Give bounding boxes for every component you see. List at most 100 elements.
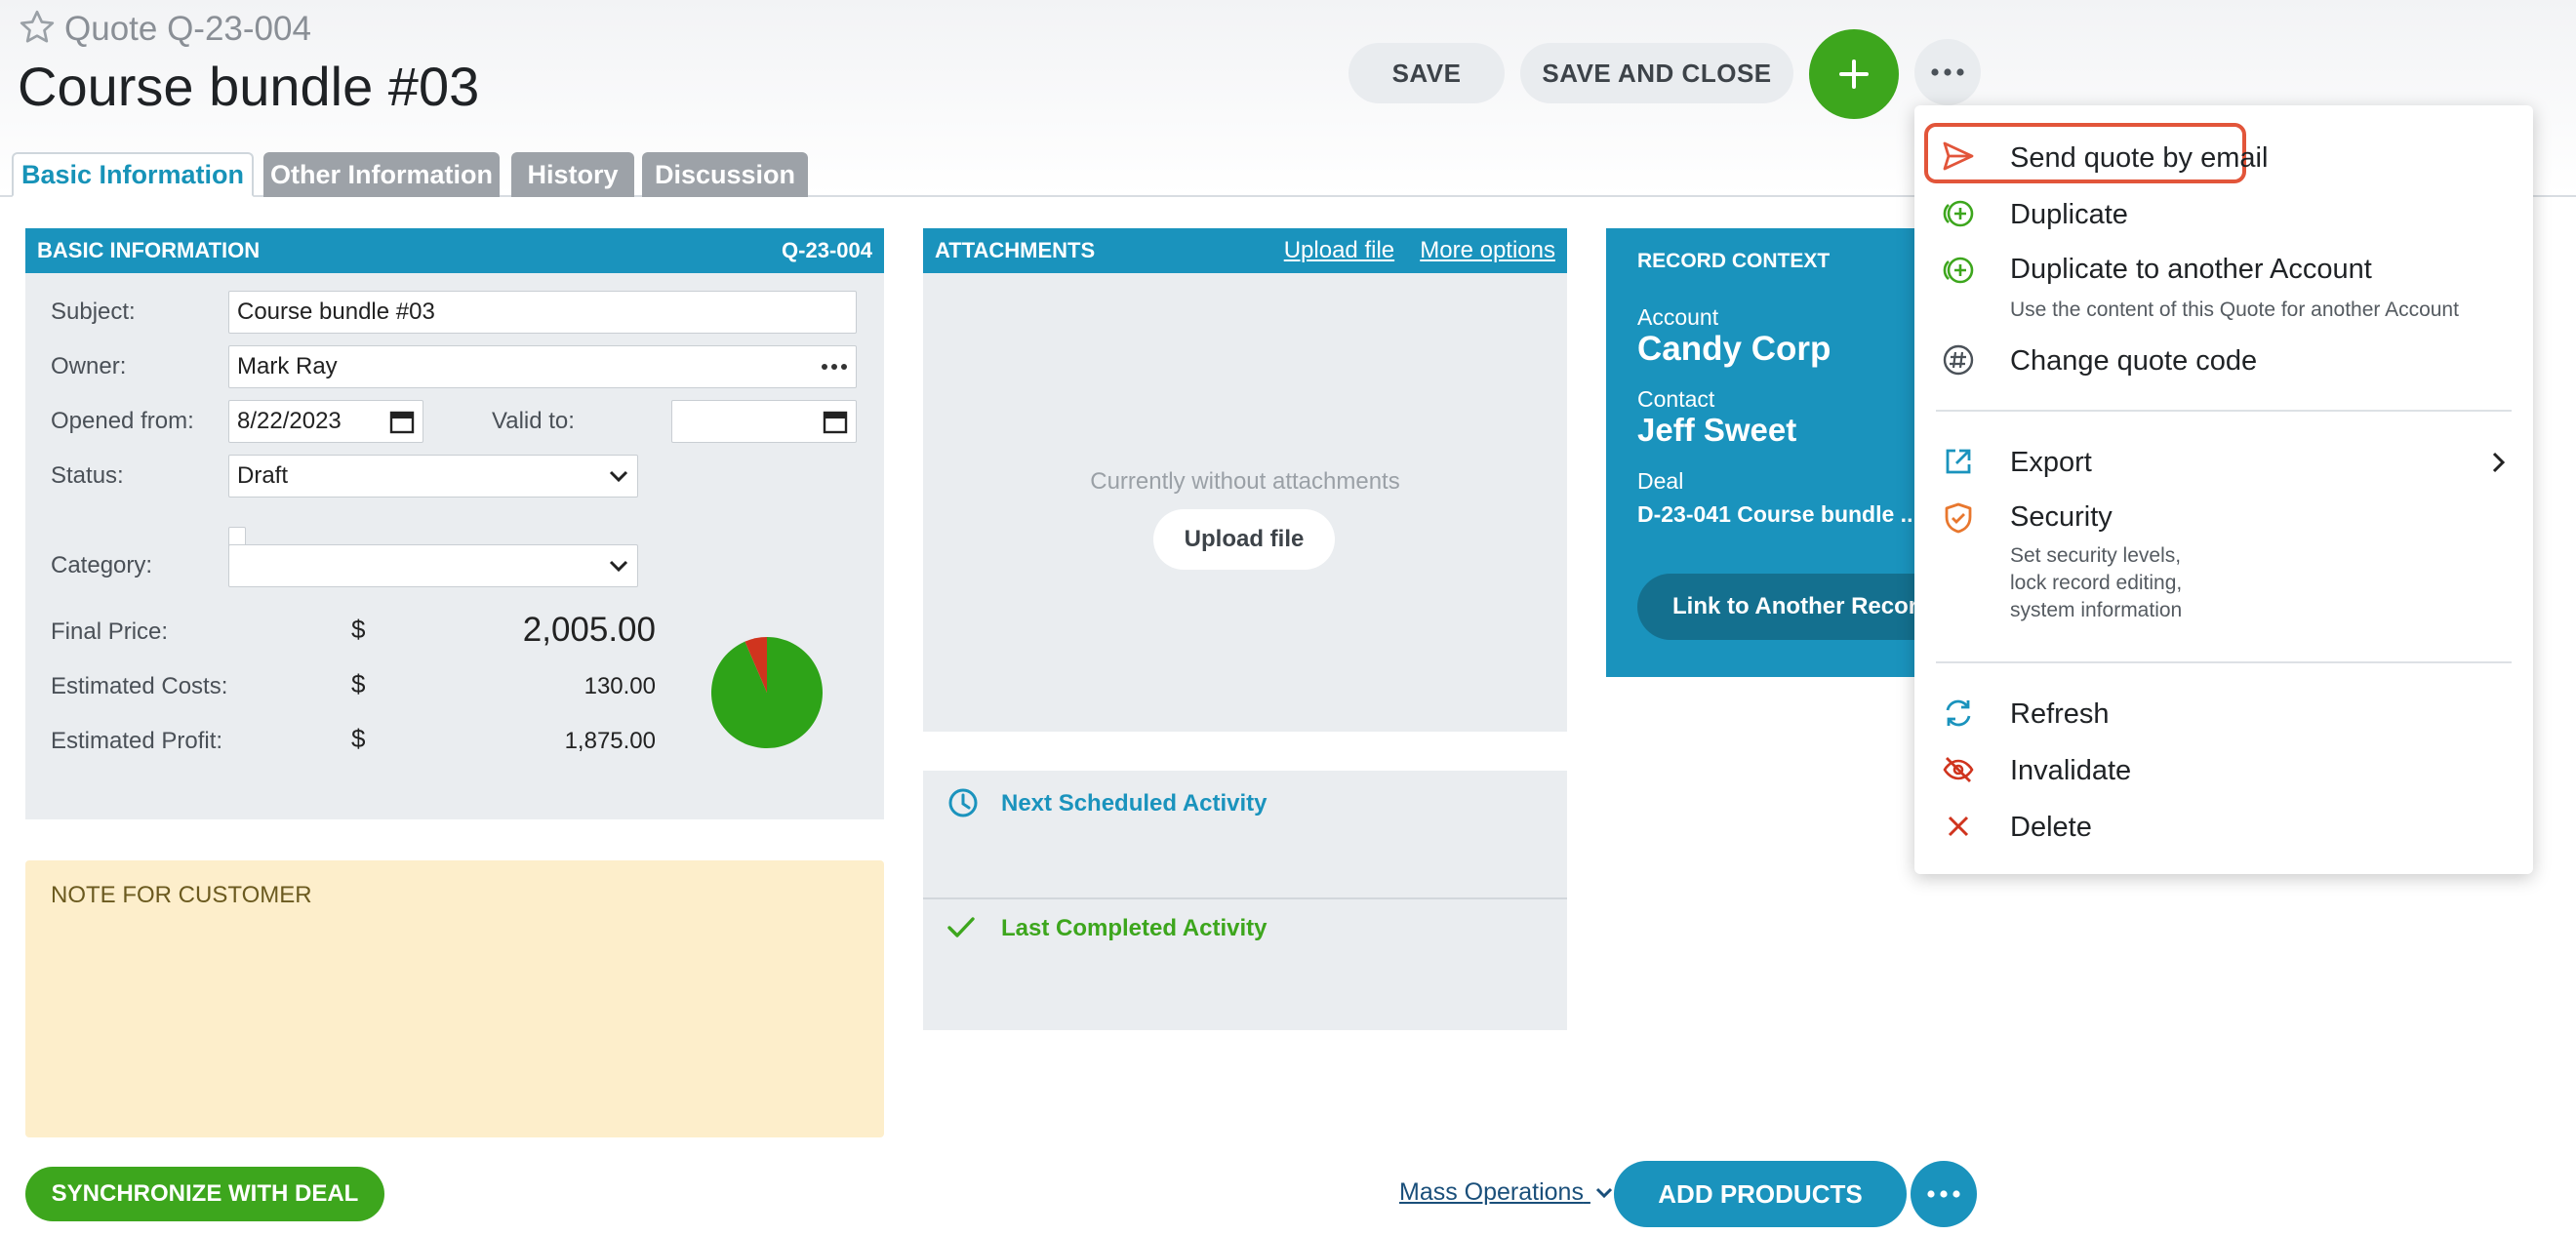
- status-select[interactable]: Draft: [228, 455, 638, 498]
- menu-item-invalidate[interactable]: Invalidate: [1914, 745, 2533, 796]
- contact-value[interactable]: Jeff Sweet: [1637, 412, 1796, 449]
- status-value: Draft: [237, 462, 289, 489]
- menu-item-label: Delete: [2010, 812, 2092, 843]
- refresh-icon: [1946, 699, 1971, 727]
- menu-item-label: Change quote code: [2010, 345, 2258, 377]
- currency-symbol: $: [351, 669, 366, 698]
- category-label: Category:: [51, 552, 153, 578]
- link-to-another-record-button[interactable]: Link to Another Record: [1637, 574, 1950, 640]
- valid-to-label: Valid to:: [492, 408, 575, 434]
- final-price-value: 2,005.00: [522, 611, 656, 649]
- note-title: NOTE FOR CUSTOMER: [51, 882, 312, 908]
- subject-input[interactable]: Course bundle #03: [228, 291, 857, 334]
- opened-from-value: 8/22/2023: [237, 408, 342, 434]
- check-icon: [947, 917, 975, 937]
- estimated-costs-label: Estimated Costs:: [51, 673, 228, 699]
- category-select[interactable]: [228, 544, 638, 587]
- profit-pie-chart: [711, 637, 823, 748]
- account-label: Account: [1637, 304, 1719, 330]
- mass-operations-link[interactable]: Mass Operations: [1399, 1178, 1614, 1207]
- menu-item-send-quote-by-email[interactable]: Send quote by email: [1914, 133, 2533, 183]
- record-context-panel: RECORD CONTEXT Account Candy Corp Contac…: [1606, 228, 1950, 677]
- menu-item-change-quote-code[interactable]: Change quote code: [1914, 338, 2533, 388]
- more-icon: [1927, 1190, 1960, 1198]
- account-value[interactable]: Candy Corp: [1637, 330, 1831, 369]
- close-icon: [1948, 816, 1969, 837]
- estimated-costs-value: 130.00: [584, 673, 656, 699]
- save-and-close-button[interactable]: SAVE AND CLOSE: [1520, 43, 1793, 103]
- more-products-actions-button[interactable]: [1911, 1161, 1977, 1227]
- contact-label: Contact: [1637, 386, 1715, 412]
- add-button[interactable]: [1809, 29, 1899, 119]
- menu-item-duplicate[interactable]: Duplicate: [1914, 191, 2533, 242]
- tab-other-information[interactable]: Other Information: [263, 152, 500, 197]
- clock-icon: [948, 788, 978, 817]
- estimated-profit-value: 1,875.00: [564, 728, 656, 754]
- record-context-title: RECORD CONTEXT: [1637, 250, 1831, 272]
- more-icon[interactable]: [821, 363, 848, 371]
- attachments-empty-text: Currently without attachments: [1090, 468, 1400, 495]
- menu-item-label: Invalidate: [2010, 755, 2132, 786]
- next-scheduled-activity[interactable]: Next Scheduled Activity: [1001, 790, 1268, 817]
- more-actions-button[interactable]: [1914, 39, 1981, 105]
- attachments-title: ATTACHMENTS: [935, 238, 1096, 262]
- owner-label: Owner:: [51, 353, 127, 379]
- menu-separator: [1936, 661, 2512, 663]
- duplicate-icon: [1943, 200, 1974, 227]
- valid-to-input[interactable]: [671, 400, 857, 443]
- menu-item-label: Duplicate to another Account: [2010, 254, 2372, 285]
- menu-item-refresh[interactable]: Refresh: [1914, 689, 2533, 739]
- attachments-header: ATTACHMENTS Upload file More options: [923, 228, 1567, 273]
- basic-information-panel: BASIC INFORMATION Q-23-004 Subject: Cour…: [25, 228, 884, 819]
- upload-file-link[interactable]: Upload file: [1284, 237, 1394, 263]
- activities-divider: [923, 897, 1567, 899]
- attachments-body: Currently without attachments Upload fil…: [923, 273, 1567, 732]
- subject-label: Subject:: [51, 299, 136, 325]
- owner-value: Mark Ray: [237, 353, 338, 379]
- upload-file-button[interactable]: Upload file: [1153, 509, 1335, 570]
- status-label: Status:: [51, 462, 124, 489]
- send-icon: [1943, 141, 1974, 171]
- quote-code: Q-23-004: [782, 238, 872, 262]
- chevron-right-icon: [2492, 452, 2506, 473]
- star-icon[interactable]: [18, 8, 57, 47]
- export-icon: [1946, 449, 1971, 474]
- menu-item-label: Send quote by email: [2010, 142, 2269, 174]
- basic-information-header: BASIC INFORMATION Q-23-004: [25, 228, 884, 273]
- chevron-down-icon: [1595, 1187, 1612, 1199]
- add-products-button[interactable]: ADD PRODUCTS: [1614, 1161, 1907, 1227]
- basic-information-body: Subject: Course bundle #03 Owner: Mark R…: [25, 273, 884, 819]
- eye-off-icon: [1943, 757, 1974, 782]
- note-for-customer[interactable]: NOTE FOR CUSTOMER: [25, 860, 884, 1137]
- menu-item-duplicate-to-another-account[interactable]: Duplicate to another Account Use the con…: [1914, 248, 2533, 330]
- chevron-down-icon: [609, 470, 628, 483]
- menu-item-description-line-2: lock record editing,: [2010, 572, 2183, 594]
- opened-from-label: Opened from:: [51, 408, 194, 434]
- menu-item-export[interactable]: Export: [1914, 437, 2533, 488]
- hash-icon: [1943, 344, 1974, 376]
- more-icon: [1931, 68, 1964, 76]
- mass-operations-label: Mass Operations: [1399, 1178, 1584, 1206]
- menu-item-label: Duplicate: [2010, 199, 2128, 230]
- calendar-icon[interactable]: [389, 409, 415, 434]
- deal-value[interactable]: D-23-041 Course bundle ...: [1637, 501, 1919, 528]
- last-completed-activity[interactable]: Last Completed Activity: [1001, 915, 1268, 942]
- calendar-icon[interactable]: [823, 409, 848, 434]
- panel-title: BASIC INFORMATION: [37, 238, 261, 262]
- menu-item-delete[interactable]: Delete: [1914, 802, 2533, 853]
- owner-input[interactable]: Mark Ray: [228, 345, 857, 388]
- shield-icon: [1945, 502, 1972, 534]
- tab-history[interactable]: History: [511, 152, 634, 197]
- menu-item-security[interactable]: Security Set security levels, lock recor…: [1914, 494, 2533, 630]
- opened-from-input[interactable]: 8/22/2023: [228, 400, 423, 443]
- menu-item-description-line-1: Set security levels,: [2010, 544, 2182, 567]
- save-button[interactable]: SAVE: [1348, 43, 1505, 103]
- synchronize-with-deal-button[interactable]: SYNCHRONIZE WITH DEAL: [25, 1167, 384, 1221]
- more-options-link[interactable]: More options: [1420, 237, 1555, 263]
- currency-symbol: $: [351, 615, 366, 644]
- attachments-panel: ATTACHMENTS Upload file More options Cur…: [923, 228, 1567, 732]
- estimated-profit-label: Estimated Profit:: [51, 728, 223, 754]
- page-title: Course bundle #03: [18, 56, 480, 117]
- tab-discussion[interactable]: Discussion: [642, 152, 808, 197]
- tab-basic-information[interactable]: Basic Information: [12, 152, 254, 197]
